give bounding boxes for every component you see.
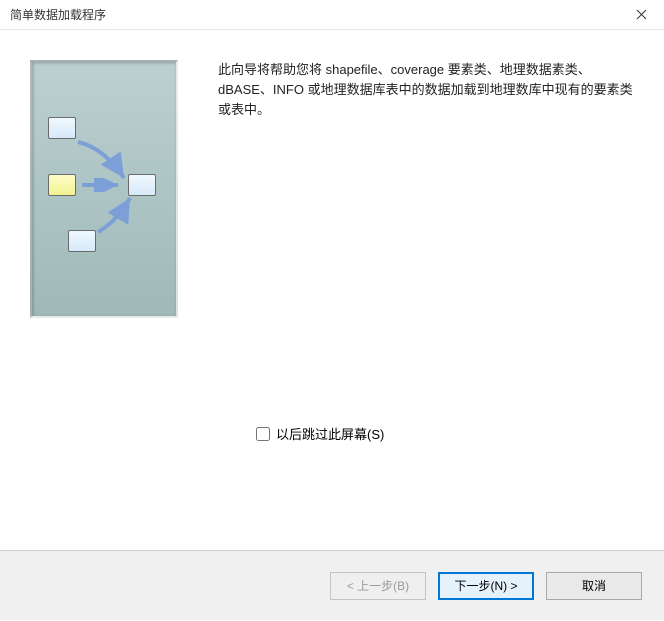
back-button: < 上一步(B) bbox=[330, 572, 426, 600]
illustration-box bbox=[68, 230, 96, 252]
illustration-box bbox=[128, 174, 156, 196]
wizard-footer: < 上一步(B) 下一步(N) > 取消 bbox=[0, 550, 664, 620]
next-button[interactable]: 下一步(N) > bbox=[438, 572, 534, 600]
close-icon bbox=[636, 9, 647, 20]
illustration-box bbox=[48, 174, 76, 196]
arrow-icon bbox=[80, 178, 124, 192]
wizard-content: 此向导将帮助您将 shapefile、coverage 要素类、地理数据素类、d… bbox=[0, 30, 664, 550]
skip-screen-label: 以后跳过此屏幕(S) bbox=[276, 424, 384, 443]
arrow-icon bbox=[74, 138, 132, 188]
skip-screen-row[interactable]: 以后跳过此屏幕(S) bbox=[256, 424, 384, 443]
close-button[interactable] bbox=[619, 0, 664, 30]
arrow-icon bbox=[94, 192, 136, 237]
wizard-illustration bbox=[30, 60, 178, 318]
skip-screen-checkbox[interactable] bbox=[256, 427, 270, 441]
illustration-box bbox=[48, 117, 76, 139]
window-title: 简单数据加载程序 bbox=[10, 6, 106, 23]
wizard-description: 此向导将帮助您将 shapefile、coverage 要素类、地理数据素类、d… bbox=[218, 60, 644, 550]
title-bar: 简单数据加载程序 bbox=[0, 0, 664, 30]
cancel-button[interactable]: 取消 bbox=[546, 572, 642, 600]
